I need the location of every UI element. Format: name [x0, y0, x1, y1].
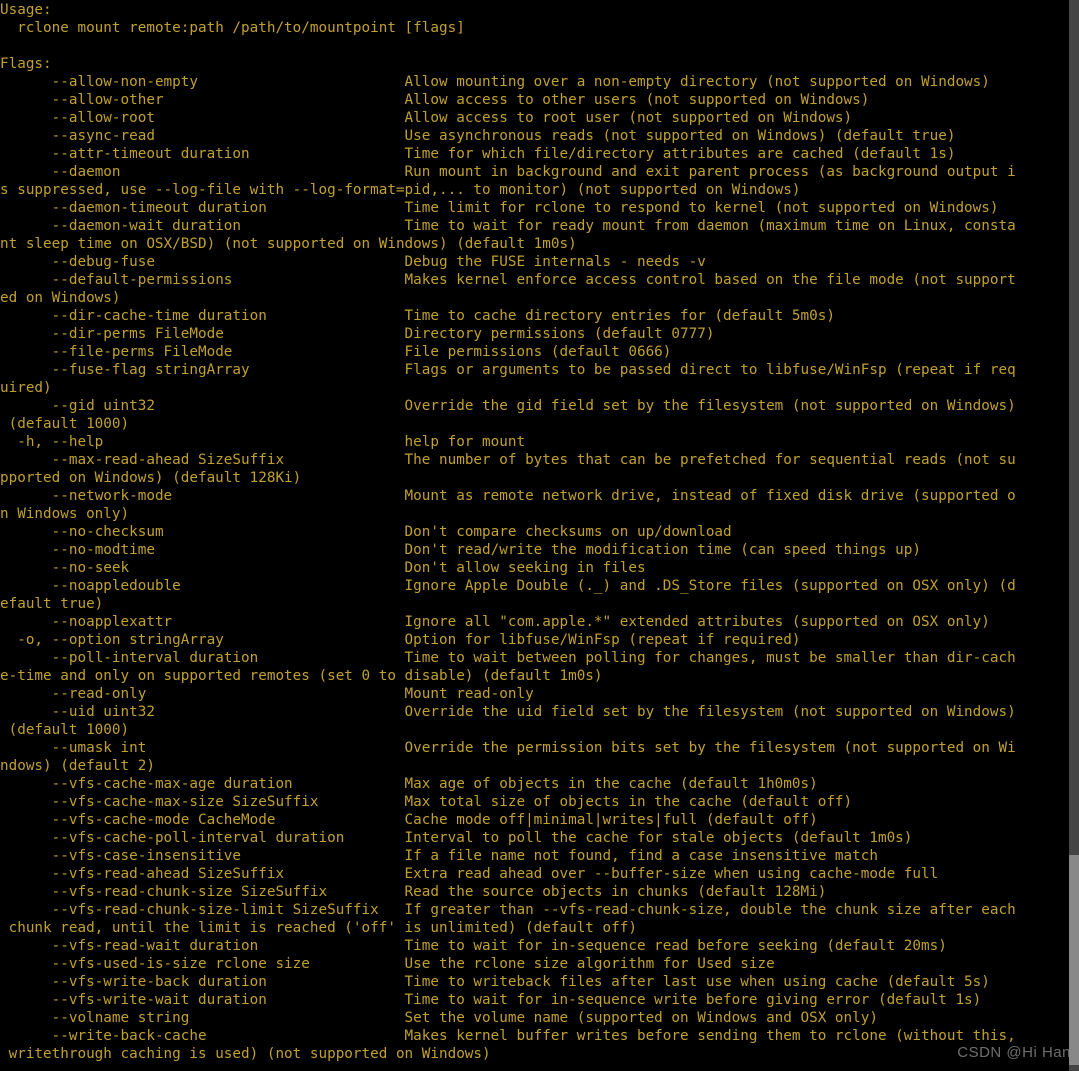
- watermark-text: CSDN @Hi Han: [957, 1044, 1071, 1062]
- scrollbar-thumb[interactable]: [1069, 855, 1079, 1065]
- terminal-output: Usage: rclone mount remote:path /path/to…: [0, 0, 1079, 1063]
